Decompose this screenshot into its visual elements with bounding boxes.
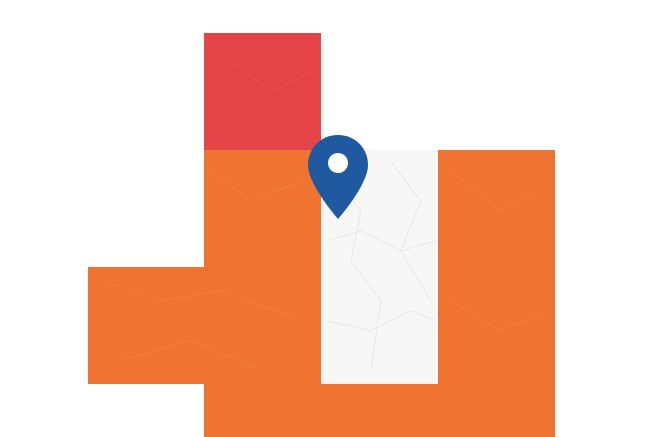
map-view[interactable] [0,0,667,437]
location-pin-icon[interactable] [306,133,370,221]
heat-tile-medium [204,150,321,267]
heat-tile-medium [438,384,555,437]
heat-tile-medium [204,384,321,437]
heat-tile-medium [88,267,321,384]
heat-tile-medium [321,384,438,437]
heat-tile-high [204,33,321,150]
heat-tile-medium [438,267,555,384]
heat-tile-medium [438,150,555,267]
